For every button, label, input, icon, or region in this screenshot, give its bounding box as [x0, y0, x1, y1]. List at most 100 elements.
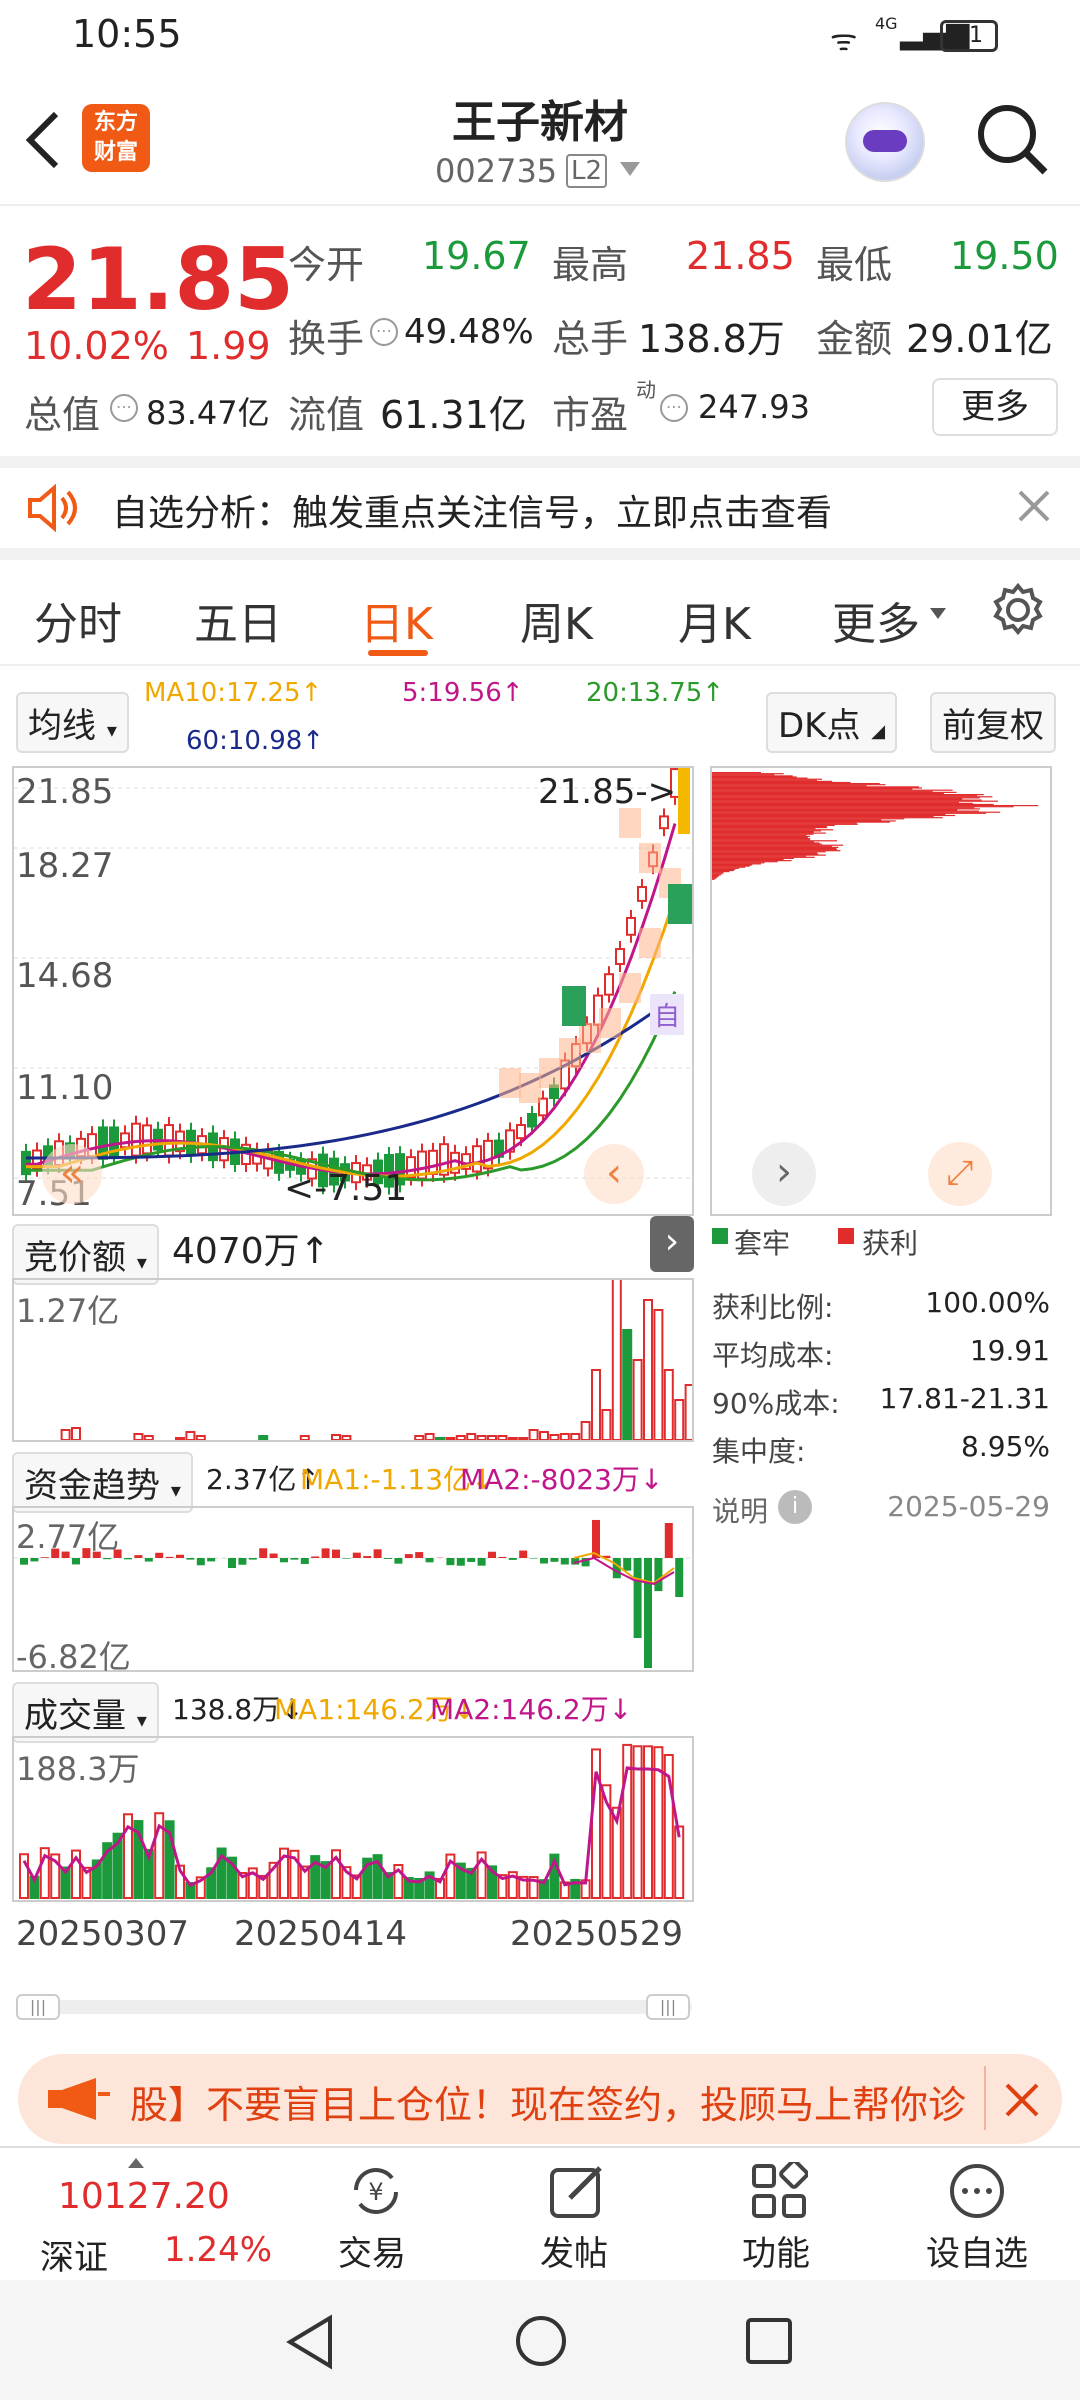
change-amount: 1.99	[186, 324, 271, 368]
volume-chart[interactable]: 188.3万	[12, 1736, 694, 1902]
grid-icon[interactable]	[750, 2162, 808, 2220]
battery-icon: 31	[940, 20, 998, 52]
chevron-right-icon[interactable]: ›	[650, 1216, 694, 1272]
candle-body	[637, 886, 647, 902]
expand-icon[interactable]: ⤢	[928, 1142, 992, 1206]
chip-bar	[712, 832, 826, 834]
alert-text[interactable]: 自选分析：触发重点关注信号，立即点击查看	[112, 484, 832, 536]
chip-bar	[712, 864, 753, 866]
chevron-left-icon[interactable]: ‹	[584, 1144, 644, 1204]
range-handle-left[interactable]: |||	[16, 1994, 60, 2020]
double-left-icon[interactable]: «	[42, 1144, 102, 1204]
nav-trade[interactable]: 交易	[338, 2226, 406, 2275]
fund-bar	[633, 1558, 642, 1638]
chip-bar	[712, 862, 765, 864]
fund-bar	[300, 1558, 309, 1564]
chevron-right-icon[interactable]: ›	[752, 1142, 816, 1206]
more-icon[interactable]	[948, 2162, 1006, 2220]
pe-label: 市盈	[552, 393, 629, 437]
index-change[interactable]: 1.24%	[164, 2230, 272, 2270]
level2-badge[interactable]: L2	[566, 154, 608, 188]
bid-bar	[455, 1435, 466, 1440]
bid-bar	[684, 1384, 692, 1440]
alert-banner[interactable]: 自选分析：触发重点关注信号，立即点击查看	[0, 456, 1080, 560]
more-button[interactable]: 更多	[932, 378, 1058, 436]
volume-selector[interactable]: 成交量 ▾	[12, 1682, 159, 1743]
close-icon[interactable]	[1004, 2082, 1040, 2118]
adjust-mode-button[interactable]: 前复权	[930, 692, 1056, 753]
dk-point-button[interactable]: DK点 ◢	[766, 692, 898, 753]
post-icon[interactable]	[548, 2162, 606, 2220]
info-icon[interactable]: ⋯	[110, 394, 138, 422]
bid-bar	[299, 1435, 310, 1440]
chip-bar	[712, 776, 797, 778]
ma-selector[interactable]: 均线 ▾	[16, 692, 129, 753]
back-triangle-icon[interactable]	[284, 2314, 336, 2370]
date-label: 20250414	[234, 1914, 408, 1954]
range-handle-right[interactable]: |||	[646, 1994, 690, 2020]
network-type: 4G	[875, 14, 898, 33]
signal-marker	[639, 928, 661, 958]
candle-body	[626, 916, 636, 936]
robot-avatar-icon[interactable]	[845, 102, 925, 182]
trade-icon[interactable]: ¥	[346, 2162, 406, 2220]
ad-banner[interactable]: 股】不要盲目上仓位！现在签约，投顾马上帮你诊	[18, 2054, 1062, 2144]
chevron-up-icon[interactable]	[128, 2158, 144, 2168]
bid-chart[interactable]: 1.27亿	[12, 1278, 694, 1442]
chevron-down-icon[interactable]	[620, 162, 640, 176]
low-label: 最低	[816, 243, 893, 287]
bid-bar	[549, 1434, 560, 1440]
tab-intraday[interactable]: 分时	[34, 588, 122, 652]
nav-add-watchlist[interactable]: 设自选	[926, 2226, 1028, 2275]
chip-bar	[712, 851, 826, 853]
high-note: 21.85->	[538, 772, 677, 812]
bid-bar	[466, 1433, 477, 1440]
chip-stat-label: 平均成本:	[712, 1339, 834, 1372]
bid-bar	[570, 1433, 581, 1440]
tab-five-day[interactable]: 五日	[194, 588, 282, 652]
fund-chart[interactable]: 2.77亿 -6.82亿	[12, 1506, 694, 1676]
bid-bar	[497, 1435, 508, 1440]
fund-selector[interactable]: 资金趋势 ▾	[12, 1452, 193, 1513]
chip-note-label[interactable]: 说明	[712, 1490, 768, 1530]
recents-square-icon[interactable]	[744, 2316, 794, 2366]
range-slider-track[interactable]	[16, 2000, 692, 2014]
bid-bar	[341, 1435, 352, 1440]
fund-bar	[664, 1523, 673, 1558]
gear-icon[interactable]	[990, 582, 1046, 638]
y-axis-label: 188.3万	[16, 1750, 140, 1788]
fund-bar	[342, 1558, 351, 1559]
ad-text[interactable]: 股】不要盲目上仓位！现在签约，投顾马上帮你诊	[130, 2074, 970, 2129]
chip-bar	[712, 808, 980, 810]
info-icon[interactable]: ⋯	[370, 318, 398, 346]
open-value: 19.67	[422, 234, 531, 278]
chip-bar	[712, 781, 851, 784]
index-name[interactable]: 深证	[40, 2230, 108, 2279]
kline-chart[interactable]: 21.85 18.27 14.68 11.10 7.51 21.85-> <-7…	[12, 766, 694, 1216]
tab-daily-k[interactable]: 日K	[360, 588, 433, 652]
bid-selector[interactable]: 竞价额 ▾	[12, 1224, 159, 1285]
y-axis-label: 11.10	[16, 1068, 114, 1108]
fund-bar	[321, 1548, 330, 1558]
nav-functions[interactable]: 功能	[742, 2226, 810, 2275]
search-icon[interactable]	[975, 102, 1051, 178]
tab-weekly-k[interactable]: 周K	[520, 588, 593, 652]
chip-bar	[712, 857, 794, 859]
chip-bar	[712, 867, 740, 869]
chip-bar	[712, 813, 946, 815]
chip-bar	[712, 838, 811, 840]
info-icon[interactable]: i	[778, 1490, 812, 1524]
tab-more[interactable]: 更多	[832, 588, 920, 652]
close-icon[interactable]	[1016, 488, 1052, 524]
fund-bar	[446, 1558, 455, 1566]
fund-bar	[176, 1554, 184, 1558]
status-bar: 10:55 ᯤ 4G ▂▄▆ 31	[0, 0, 1080, 72]
info-icon[interactable]: ⋯	[660, 394, 688, 422]
home-circle-icon[interactable]	[514, 2314, 568, 2368]
fund-bar	[352, 1552, 361, 1558]
tab-monthly-k[interactable]: 月K	[678, 588, 751, 652]
index-value[interactable]: 10127.20	[58, 2176, 230, 2217]
self-select-marker: 自	[650, 994, 685, 1035]
nav-post[interactable]: 发帖	[540, 2226, 608, 2275]
chip-bar	[712, 791, 957, 793]
